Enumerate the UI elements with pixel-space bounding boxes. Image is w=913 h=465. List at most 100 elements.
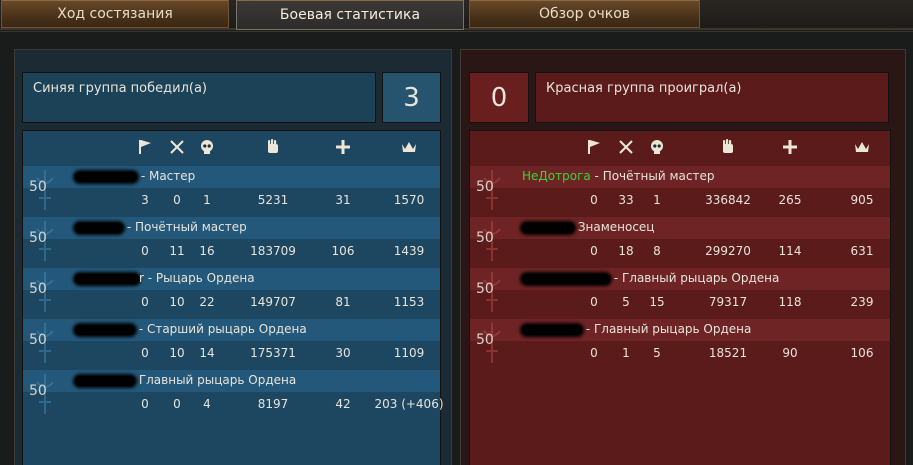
stat-crossed-swords: 0 (173, 193, 181, 207)
plus-icon (333, 138, 353, 158)
player-row[interactable]: 50 - Мастер 3 0 1 5231 31 1570 (23, 166, 440, 215)
stat-plus: 106 (331, 244, 355, 258)
player-level: 50 (29, 383, 47, 399)
stat-fist: 299270 (705, 244, 751, 258)
player-level: 50 (476, 230, 494, 246)
stat-plus: 114 (778, 244, 802, 258)
player-row[interactable]: 50 Знаменосец 0 18 8 299270 114 631 (470, 217, 890, 266)
stat-skull: 5 (653, 346, 661, 360)
stat-crossed-swords: 10 (169, 346, 185, 360)
blue-result-label: Синяя группа победил(а) (22, 72, 376, 123)
player-row[interactable]: 50 - Старший рыцарь Ордена 0 10 14 175371 30 1… (23, 319, 440, 368)
player-row[interactable]: 50 - Главный рыцарь Ордена 0 1 5 18521 90 106 (470, 319, 890, 368)
stat-crown: 203 (+406) (374, 397, 444, 411)
redacted-name (75, 273, 139, 284)
stat-plus: 30 (335, 346, 351, 360)
player-stats-band (470, 342, 890, 366)
redacted-name (522, 222, 574, 233)
player-name: НеДотрога - Почётный мастер (522, 169, 714, 183)
blue-stats-table: 50 - Мастер 3 0 1 5231 31 1570 50 - Почётный ма… (22, 130, 444, 465)
player-level: 50 (476, 179, 494, 195)
stat-plus: 265 (778, 193, 802, 207)
player-level: 50 (29, 230, 47, 246)
stat-crossed-swords: 0 (173, 397, 181, 411)
player-stats-band (470, 189, 890, 213)
player-row[interactable]: 50 НеДотрога - Почётный мастер 0 33 1 336842 2… (470, 166, 890, 215)
redacted-name (75, 375, 135, 386)
player-stats-band (23, 189, 440, 213)
stat-fist: 18521 (708, 346, 748, 360)
stat-fist: 79317 (708, 295, 748, 309)
player-level: 50 (29, 281, 47, 297)
player-name: - Почётный мастер (75, 220, 247, 234)
player-name: - Старший рыцарь Ордена (75, 322, 307, 336)
stat-fist: 8197 (257, 397, 289, 411)
player-rank: - Почётный мастер (590, 169, 715, 183)
stat-crown: 631 (850, 244, 874, 258)
player-rank: - Мастер (137, 169, 196, 183)
red-score: 0 (469, 72, 529, 123)
stat-plus: 81 (335, 295, 351, 309)
player-rank: - Главный рыцарь Ордена (610, 271, 780, 285)
stat-fist: 336842 (705, 193, 751, 207)
stat-crossed-swords: 5 (622, 295, 630, 309)
red-table-header (470, 131, 890, 164)
player-name: r - Рыцарь Ордена (75, 271, 255, 285)
stat-fist: 149707 (250, 295, 296, 309)
plus-icon (780, 138, 800, 158)
player-row[interactable]: 50 - Почётный мастер 0 11 16 183709 106 1439 (23, 217, 440, 266)
skull-icon (197, 138, 217, 158)
redacted-name (522, 273, 610, 284)
stat-crossed-swords: 10 (169, 295, 185, 309)
redacted-name (75, 222, 123, 233)
blue-table-header (23, 131, 440, 164)
player-stats-band (23, 240, 440, 264)
stat-crown: 1570 (393, 193, 425, 207)
player-name: - Главный рыцарь Ордена (522, 322, 751, 336)
tab-score-overview[interactable]: Обзор очков (469, 0, 700, 28)
player-stats-band (23, 342, 440, 366)
player-name: - Мастер (75, 169, 195, 183)
stat-crown: 1109 (393, 346, 425, 360)
player-level: 50 (29, 332, 47, 348)
player-rank: - Почётный мастер (123, 220, 247, 234)
stat-skull: 1 (653, 193, 661, 207)
stat-plus: 31 (335, 193, 351, 207)
stat-fist: 5231 (257, 193, 289, 207)
fist-icon (263, 138, 283, 158)
player-rank: - Главный рыцарь Ордена (582, 322, 752, 336)
stat-crossed-swords: 33 (618, 193, 634, 207)
stat-plus: 42 (335, 397, 351, 411)
player-row[interactable]: 50 Главный рыцарь Ордена 0 0 4 8197 42 203 (+4… (23, 370, 444, 419)
stat-crossed-swords: 1 (622, 346, 630, 360)
player-row[interactable]: 50 r - Рыцарь Ордена 0 10 22 149707 81 1153 (23, 268, 440, 317)
red-result-label: Красная группа проиграл(а) (535, 72, 889, 123)
flag-icon (584, 138, 604, 158)
blue-team-panel: Синяя группа победил(а) 3 50 - Мастер 3 0 1… (14, 49, 452, 465)
fist-icon (718, 138, 738, 158)
stat-crossed-swords: 18 (618, 244, 634, 258)
skull-icon (647, 138, 667, 158)
player-row[interactable]: 50 - Главный рыцарь Ордена 0 5 15 79317 118 23… (470, 268, 890, 317)
player-level: 50 (29, 179, 47, 195)
stat-flag: 0 (590, 193, 598, 207)
tab-combat-stats[interactable]: Боевая статистика (236, 0, 464, 30)
stat-skull: 16 (199, 244, 215, 258)
stat-skull: 14 (199, 346, 215, 360)
stat-flag: 0 (590, 295, 598, 309)
stat-skull: 8 (653, 244, 661, 258)
player-nickname: НеДотрога (522, 169, 591, 183)
stat-flag: 3 (141, 193, 149, 207)
player-level: 50 (476, 332, 494, 348)
player-stats-band (470, 291, 890, 315)
stat-crown: 1153 (393, 295, 425, 309)
stat-crown: 905 (850, 193, 874, 207)
player-name: Главный рыцарь Ордена (75, 373, 296, 387)
stat-skull: 15 (649, 295, 665, 309)
tab-bar: Ход состязания Боевая статистика Обзор о… (0, 0, 913, 30)
red-team-panel: 0 Красная группа проиграл(а) 50 НеДотрога… (460, 49, 906, 465)
stat-fist: 183709 (250, 244, 296, 258)
player-rank: - Старший рыцарь Ордена (135, 322, 307, 336)
tab-match-progress[interactable]: Ход состязания (1, 0, 229, 28)
stat-crown: 1439 (393, 244, 425, 258)
